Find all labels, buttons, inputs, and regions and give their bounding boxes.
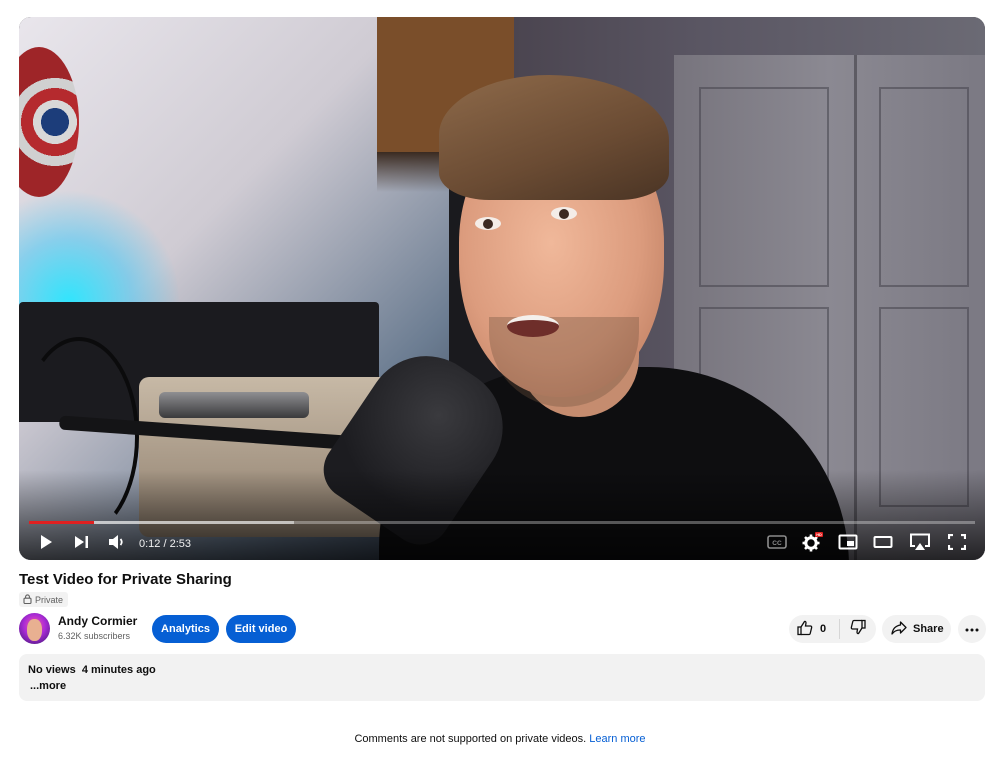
captions-text: CC: [772, 540, 782, 547]
thumbs-down-icon: [850, 619, 866, 640]
video-title: Test Video for Private Sharing: [19, 571, 232, 588]
more-actions-button[interactable]: [958, 615, 986, 643]
share-icon: [891, 620, 907, 638]
more-icon: [965, 623, 979, 635]
settings-button[interactable]: HD: [800, 531, 824, 557]
edit-video-button[interactable]: Edit video: [226, 615, 296, 643]
privacy-label: Private: [35, 594, 64, 605]
comments-note-text: Comments are not supported on private vi…: [354, 733, 587, 745]
video-scene-door-panel: [699, 87, 829, 287]
like-count: 0: [820, 623, 827, 635]
channel-name[interactable]: Andy Cormier: [58, 614, 137, 628]
upload-time: 4 minutes ago: [81, 664, 156, 676]
captions-button[interactable]: CC: [765, 531, 789, 557]
share-label: Share: [913, 623, 944, 635]
subscriber-count: 6.32K subscribers: [58, 631, 131, 641]
lock-icon: [23, 593, 32, 606]
video-frame[interactable]: [19, 17, 985, 560]
view-count: No views: [28, 664, 76, 676]
video-scene-person-mouth: [507, 315, 559, 337]
theater-icon: [873, 535, 893, 554]
share-button[interactable]: Share: [882, 615, 951, 643]
dislike-button[interactable]: [840, 615, 876, 643]
fullscreen-button[interactable]: [945, 531, 969, 557]
airplay-icon: [909, 533, 931, 556]
mute-button[interactable]: [105, 531, 129, 557]
analytics-button[interactable]: Analytics: [152, 615, 219, 643]
progress-played: [29, 521, 95, 524]
play-button[interactable]: [35, 531, 57, 557]
theater-mode-button[interactable]: [871, 531, 895, 557]
video-scene-mic-clamp: [159, 392, 309, 418]
video-scene-door-panel: [879, 87, 969, 287]
next-button[interactable]: [71, 531, 93, 557]
privacy-badge: Private: [19, 592, 69, 607]
video-scene-person-eye: [551, 207, 577, 220]
description-meta: No views 4 minutes ago: [28, 664, 156, 676]
show-more-link[interactable]: ...more: [30, 680, 66, 692]
comments-disabled-note: Comments are not supported on private vi…: [0, 733, 1000, 745]
avatar[interactable]: [19, 613, 50, 644]
video-player[interactable]: 0:12 / 2:53 CC HD: [19, 17, 985, 560]
player-controls: 0:12 / 2:53 CC HD: [19, 527, 985, 560]
play-icon: [39, 534, 53, 555]
video-scene-person-hair: [439, 75, 669, 200]
like-dislike-group: 0: [789, 615, 876, 643]
hd-badge: HD: [816, 533, 822, 537]
gear-icon: HD: [801, 531, 823, 557]
learn-more-link[interactable]: Learn more: [589, 733, 645, 745]
miniplayer-icon: [838, 534, 858, 555]
thumbs-up-icon: [797, 620, 813, 639]
volume-icon: [108, 534, 126, 555]
time-display: 0:12 / 2:53: [139, 538, 191, 550]
next-icon: [74, 535, 90, 554]
fullscreen-icon: [947, 533, 967, 555]
miniplayer-button[interactable]: [836, 531, 860, 557]
progress-bar[interactable]: [29, 521, 975, 524]
description-box[interactable]: No views 4 minutes ago ...more: [19, 654, 985, 701]
like-button[interactable]: 0: [789, 615, 839, 643]
video-scene-person-eye: [475, 217, 501, 230]
airplay-button[interactable]: [908, 531, 932, 557]
captions-icon: CC: [767, 534, 787, 554]
